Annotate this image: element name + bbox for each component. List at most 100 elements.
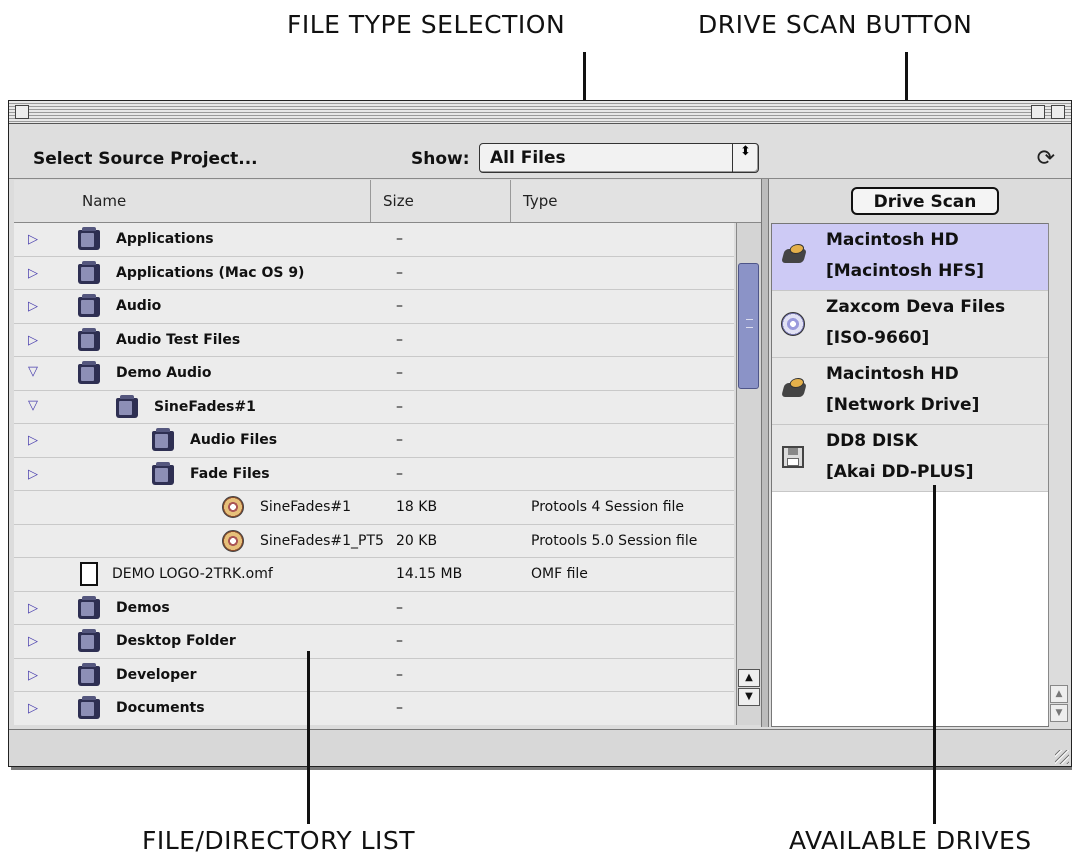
file-list-row[interactable]: ▷ Audio Files – (14, 424, 734, 458)
drive-name: Macintosh HD (826, 230, 959, 250)
hard-drive-icon (781, 383, 807, 397)
disclosure-triangle-expanded-icon[interactable]: ▽ (28, 364, 38, 379)
file-size: – (396, 599, 403, 616)
folder-icon (78, 294, 100, 317)
drive-format: [ISO-9660] (826, 328, 930, 348)
file-size: – (396, 465, 403, 482)
drive-list-scrollbar[interactable]: ▲ ▼ (1048, 223, 1069, 725)
file-list-row[interactable]: ▷ Demos – (14, 592, 734, 625)
file-size: 14.15 MB (396, 566, 463, 582)
disclosure-triangle-collapsed-icon[interactable]: ▷ (28, 232, 38, 247)
drive-format: [Macintosh HFS] (826, 261, 984, 281)
file-list-row[interactable]: SineFades#1_PT5 20 KB Protools 5.0 Session… (14, 525, 734, 558)
file-list-row[interactable]: ▷ Applications – (14, 223, 734, 257)
floppy-disk-icon (782, 446, 804, 468)
file-type-selection-annotation: FILE TYPE SELECTION (287, 10, 566, 39)
disclosure-triangle-collapsed-icon[interactable]: ▷ (28, 266, 38, 281)
file-size: – (396, 398, 403, 415)
toolbar: Select Source Project... Show: All Files… (9, 124, 1071, 179)
folder-icon (78, 696, 100, 719)
file-size: – (396, 331, 403, 348)
drive-scan-button-annotation: DRIVE SCAN BUTTON (698, 10, 973, 39)
close-box-icon[interactable] (15, 105, 29, 119)
disclosure-triangle-expanded-icon[interactable]: ▽ (28, 398, 38, 413)
show-label: Show: (411, 149, 470, 169)
cd-icon (781, 312, 805, 336)
source-project-window: Select Source Project... Show: All Files… (8, 100, 1072, 767)
file-size: – (396, 298, 403, 314)
file-size: – (396, 700, 403, 716)
file-list-row[interactable]: DEMO LOGO-2TRK.omf 14.15 MB OMF file (14, 558, 734, 592)
title-bar[interactable] (9, 101, 1071, 124)
disclosure-triangle-collapsed-icon[interactable]: ▷ (28, 668, 38, 683)
hard-drive-icon (781, 249, 807, 263)
drive-scroll-down-arrow-icon[interactable]: ▼ (1050, 704, 1068, 722)
column-header-type[interactable]: Type (511, 180, 733, 222)
file-size: – (396, 666, 403, 683)
disclosure-triangle-collapsed-icon[interactable]: ▷ (28, 299, 38, 314)
disclosure-triangle-collapsed-icon[interactable]: ▷ (28, 433, 38, 448)
folder-icon (78, 361, 100, 384)
drive-scroll-up-arrow-icon[interactable]: ▲ (1050, 685, 1068, 703)
file-list-row[interactable]: ▷ Audio – (14, 290, 734, 324)
disclosure-triangle-collapsed-icon[interactable]: ▷ (28, 634, 38, 649)
available-drives-pointer (933, 485, 936, 824)
file-name: Audio Test Files (116, 331, 241, 348)
disclosure-triangle-collapsed-icon[interactable]: ▷ (28, 333, 38, 348)
collapse-box-icon[interactable] (1051, 105, 1065, 119)
drive-item[interactable]: DD8 DISK [Akai DD-PLUS] (772, 425, 1048, 492)
file-list-row[interactable]: ▷ Developer – (14, 659, 734, 692)
session-file-icon (222, 529, 244, 552)
file-list-row[interactable]: ▷ Fade Files – (14, 458, 734, 491)
file-name: Documents (116, 700, 205, 716)
drive-format: [Network Drive] (826, 395, 980, 415)
file-size: – (396, 365, 403, 381)
zoom-box-icon[interactable] (1031, 105, 1045, 119)
refresh-icon[interactable]: ⟳ (1037, 146, 1055, 171)
file-type: Protools 5.0 Session file (531, 532, 698, 549)
disclosure-triangle-collapsed-icon[interactable]: ▷ (28, 467, 38, 482)
disclosure-triangle-collapsed-icon[interactable]: ▷ (28, 701, 38, 716)
drive-scan-button[interactable]: Drive Scan (851, 187, 999, 215)
disclosure-triangle-collapsed-icon[interactable]: ▷ (28, 601, 38, 616)
file-type-value: All Files (490, 148, 566, 168)
file-directory-list[interactable]: ▷ Applications – ▷ Applications (Mac OS 9) – ▷… (14, 223, 734, 725)
file-list-row[interactable]: ▷ Documents – (14, 692, 734, 725)
column-header-name[interactable]: Name (14, 180, 371, 222)
file-list-row[interactable]: ▷ Desktop Folder – (14, 625, 734, 659)
file-list-row[interactable]: ▽ Demo Audio – (14, 357, 734, 391)
file-list-scrollbar[interactable]: ▲ ▼ (736, 223, 761, 725)
available-drives-list[interactable]: Macintosh HD [Macintosh HFS] Zaxcom Deva F… (771, 223, 1049, 727)
folder-icon (78, 260, 100, 284)
popup-arrows-icon: ⬍ (732, 144, 758, 172)
drive-item[interactable]: Zaxcom Deva Files [ISO-9660] (772, 291, 1048, 358)
folder-icon (152, 461, 174, 485)
file-list-row[interactable]: ▽ SineFades#1 – (14, 391, 734, 424)
folder-icon (78, 662, 100, 686)
file-name: Demo Audio (116, 365, 212, 381)
file-name: SineFades#1 (154, 398, 256, 415)
file-type-popup[interactable]: All Files ⬍ (479, 143, 759, 173)
pane-divider[interactable] (761, 179, 769, 727)
file-name: DEMO LOGO-2TRK.omf (112, 566, 273, 582)
folder-icon (152, 428, 174, 451)
file-list-row[interactable]: ▷ Applications (Mac OS 9) – (14, 257, 734, 290)
file-size: – (396, 432, 403, 448)
file-size: 20 KB (396, 532, 438, 549)
drive-name: DD8 DISK (826, 431, 918, 451)
drive-item[interactable]: Macintosh HD [Macintosh HFS] (772, 224, 1048, 291)
session-file-icon (222, 496, 244, 518)
drive-item[interactable]: Macintosh HD [Network Drive] (772, 358, 1048, 425)
file-list-row[interactable]: SineFades#1 18 KB Protools 4 Session file (14, 491, 734, 525)
file-list-scroll-thumb[interactable] (738, 263, 759, 389)
resize-grip-icon[interactable] (1055, 750, 1069, 764)
folder-icon (78, 227, 100, 250)
file-size: – (396, 264, 403, 281)
scroll-down-arrow-icon[interactable]: ▼ (738, 688, 760, 706)
folder-icon (78, 327, 100, 351)
column-header-size[interactable]: Size (371, 180, 511, 222)
scroll-up-arrow-icon[interactable]: ▲ (738, 669, 760, 687)
available-drives-annotation: AVAILABLE DRIVES (789, 826, 1032, 855)
file-name: Developer (116, 666, 197, 683)
file-list-row[interactable]: ▷ Audio Test Files – (14, 324, 734, 357)
